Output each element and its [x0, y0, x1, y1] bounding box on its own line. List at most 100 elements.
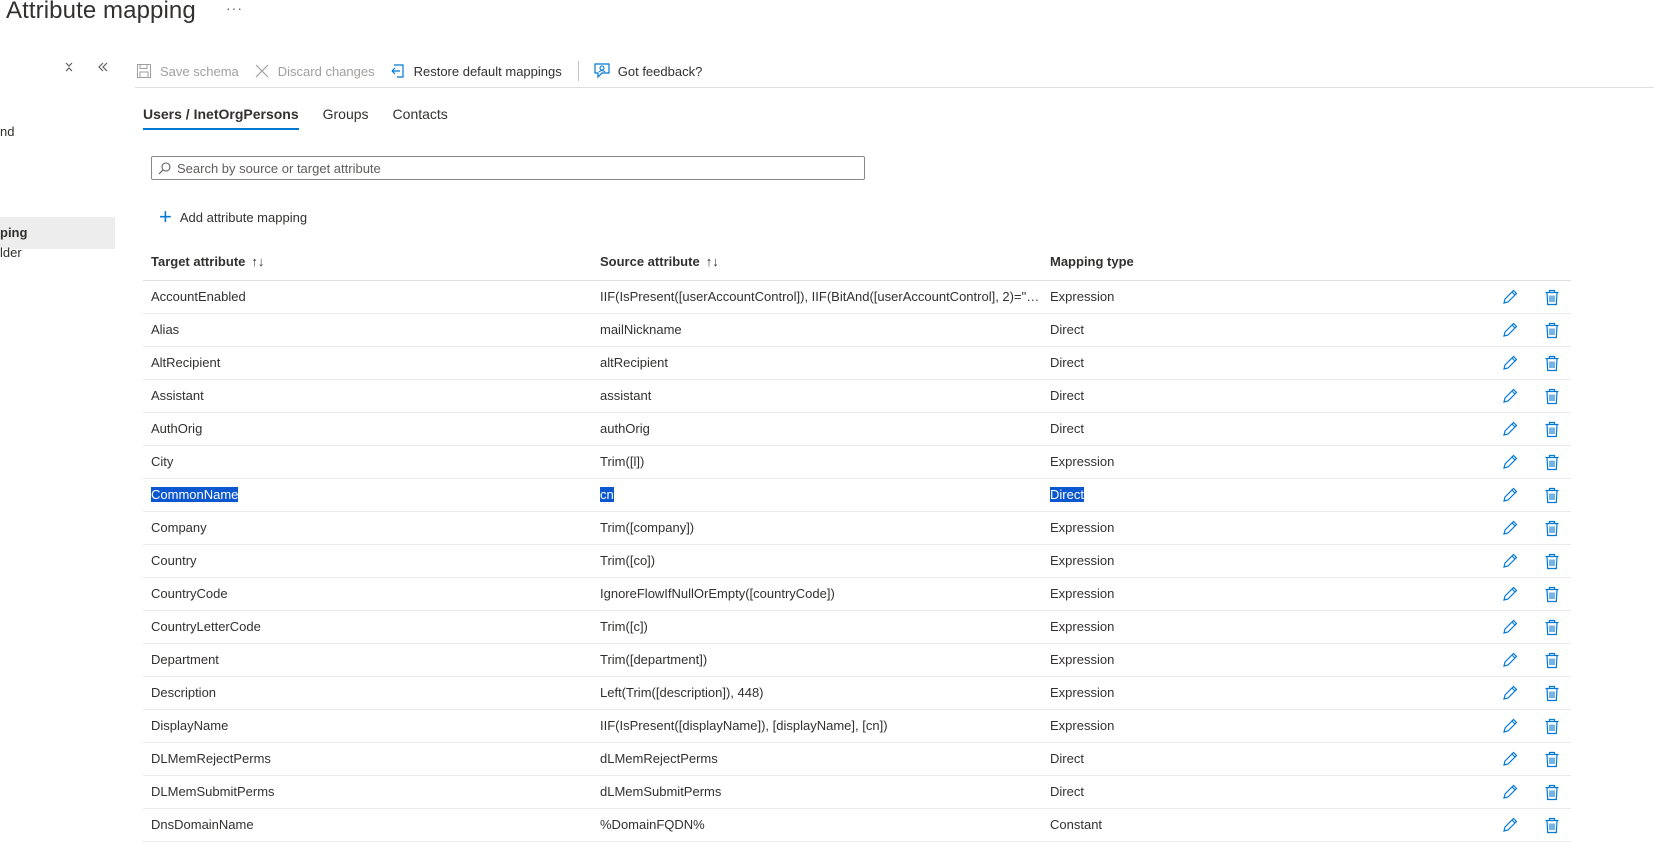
- table-header: Target attribute ↑↓ Source attribute ↑↓ Ma…: [143, 244, 1571, 281]
- discard-changes-label: Discard changes: [277, 63, 375, 79]
- edit-icon[interactable]: [1499, 814, 1521, 836]
- restore-default-mappings-button[interactable]: Restore default mappings: [389, 62, 562, 80]
- delete-icon[interactable]: [1541, 748, 1563, 770]
- source-attribute-cell: assistant: [600, 388, 1040, 403]
- discard-changes-button[interactable]: Discard changes: [253, 62, 375, 80]
- target-attribute-cell: Alias: [151, 322, 591, 337]
- edit-icon[interactable]: [1499, 319, 1521, 341]
- tab-users-inetorgpersons[interactable]: Users / InetOrgPersons: [143, 106, 299, 130]
- delete-icon[interactable]: [1541, 550, 1563, 572]
- row-actions: [1499, 748, 1583, 770]
- delete-icon[interactable]: [1541, 682, 1563, 704]
- table-row[interactable]: AltRecipient altRecipient Direct: [143, 347, 1571, 380]
- edit-icon[interactable]: [1499, 517, 1521, 539]
- add-attribute-mapping-button[interactable]: + Add attribute mapping: [159, 206, 308, 228]
- object-type-tabs: Users / InetOrgPersons Groups Contacts: [143, 106, 472, 130]
- search-input[interactable]: [177, 160, 864, 176]
- source-attribute-cell: Left(Trim([description]), 448): [600, 685, 1040, 700]
- edit-icon[interactable]: [1499, 352, 1521, 374]
- tab-groups[interactable]: Groups: [323, 106, 369, 130]
- mapping-type-text: Direct: [1050, 784, 1084, 799]
- table-row[interactable]: CommonName cn Direct: [143, 479, 1571, 512]
- delete-icon[interactable]: [1541, 781, 1563, 803]
- source-attribute-cell: Trim([company]): [600, 520, 1040, 535]
- delete-icon[interactable]: [1541, 286, 1563, 308]
- row-actions: [1499, 814, 1583, 836]
- table-row[interactable]: Assistant assistant Direct: [143, 380, 1571, 413]
- got-feedback-label: Got feedback?: [617, 63, 703, 79]
- mapping-type-cell: Direct: [1050, 751, 1350, 766]
- source-attribute-header[interactable]: Source attribute ↑↓: [600, 254, 1040, 269]
- edit-icon[interactable]: [1499, 616, 1521, 638]
- edit-icon[interactable]: [1499, 286, 1521, 308]
- delete-icon[interactable]: [1541, 517, 1563, 539]
- source-attribute-cell: altRecipient: [600, 355, 1040, 370]
- edit-icon[interactable]: [1499, 484, 1521, 506]
- edit-icon[interactable]: [1499, 748, 1521, 770]
- tab-contacts[interactable]: Contacts: [393, 106, 448, 130]
- mapping-type-text: Expression: [1050, 520, 1115, 535]
- table-row[interactable]: DisplayName IIF(IsPresent([displayName])…: [143, 710, 1571, 743]
- row-actions: [1499, 550, 1583, 572]
- delete-icon[interactable]: [1541, 583, 1563, 605]
- delete-icon[interactable]: [1541, 649, 1563, 671]
- edit-icon[interactable]: [1499, 682, 1521, 704]
- edit-icon[interactable]: [1499, 583, 1521, 605]
- save-schema-button[interactable]: Save schema: [135, 62, 239, 80]
- got-feedback-button[interactable]: Got feedback?: [593, 62, 703, 80]
- edit-icon[interactable]: [1499, 715, 1521, 737]
- collapse-sidebar-icon[interactable]: [96, 58, 110, 79]
- collapse-all-icon[interactable]: [63, 60, 75, 78]
- mapping-type-text: Direct: [1050, 751, 1084, 766]
- table-row[interactable]: AccountEnabled IIF(IsPresent([userAccoun…: [143, 281, 1571, 314]
- table-row[interactable]: DnsDomainName %DomainFQDN% Constant: [143, 809, 1571, 842]
- edit-icon[interactable]: [1499, 781, 1521, 803]
- mapping-type-cell: Expression: [1050, 619, 1350, 634]
- target-attribute-cell: AccountEnabled: [151, 289, 591, 304]
- edit-icon[interactable]: [1499, 418, 1521, 440]
- sort-icon[interactable]: ↑↓: [706, 254, 719, 269]
- row-actions: [1499, 682, 1583, 704]
- mapping-type-text: Direct: [1050, 388, 1084, 403]
- table-row[interactable]: Country Trim([co]) Expression: [143, 545, 1571, 578]
- target-attribute-text: DLMemSubmitPerms: [151, 784, 275, 799]
- delete-icon[interactable]: [1541, 616, 1563, 638]
- table-row[interactable]: Company Trim([company]) Expression: [143, 512, 1571, 545]
- table-row[interactable]: Department Trim([department]) Expression: [143, 644, 1571, 677]
- delete-icon[interactable]: [1541, 484, 1563, 506]
- sort-icon[interactable]: ↑↓: [251, 254, 264, 269]
- table-row[interactable]: CountryLetterCode Trim([c]) Expression: [143, 611, 1571, 644]
- delete-icon[interactable]: [1541, 451, 1563, 473]
- delete-icon[interactable]: [1541, 715, 1563, 737]
- edit-icon[interactable]: [1499, 649, 1521, 671]
- source-attribute-cell: IgnoreFlowIfNullOrEmpty([countryCode]): [600, 586, 1040, 601]
- source-attribute-text: IgnoreFlowIfNullOrEmpty([countryCode]): [600, 586, 835, 601]
- target-attribute-cell: AltRecipient: [151, 355, 591, 370]
- sidebar-item-expression-builder[interactable]: lder: [0, 245, 22, 260]
- edit-icon[interactable]: [1499, 385, 1521, 407]
- table-row[interactable]: CountryCode IgnoreFlowIfNullOrEmpty([cou…: [143, 578, 1571, 611]
- delete-icon[interactable]: [1541, 385, 1563, 407]
- table-row[interactable]: AuthOrig authOrig Direct: [143, 413, 1571, 446]
- edit-icon[interactable]: [1499, 451, 1521, 473]
- edit-icon[interactable]: [1499, 550, 1521, 572]
- table-row[interactable]: Description Left(Trim([description]), 44…: [143, 677, 1571, 710]
- delete-icon[interactable]: [1541, 814, 1563, 836]
- table-row[interactable]: DLMemSubmitPerms dLMemSubmitPerms Direct: [143, 776, 1571, 809]
- mapping-type-cell: Expression: [1050, 652, 1350, 667]
- delete-icon[interactable]: [1541, 418, 1563, 440]
- add-attribute-mapping-label: Add attribute mapping: [179, 209, 308, 225]
- target-attribute-cell: CountryLetterCode: [151, 619, 591, 634]
- target-attribute-text: Country: [151, 553, 197, 568]
- delete-icon[interactable]: [1541, 319, 1563, 341]
- mapping-type-text: Expression: [1050, 718, 1115, 733]
- sidebar-item-provisioning-on-demand[interactable]: nd: [0, 124, 14, 139]
- target-attribute-header[interactable]: Target attribute ↑↓: [151, 254, 591, 269]
- table-row[interactable]: DLMemRejectPerms dLMemRejectPerms Direct: [143, 743, 1571, 776]
- table-row[interactable]: City Trim([l]) Expression: [143, 446, 1571, 479]
- target-attribute-cell: DLMemRejectPerms: [151, 751, 591, 766]
- more-options-icon[interactable]: ···: [226, 0, 243, 16]
- delete-icon[interactable]: [1541, 352, 1563, 374]
- source-attribute-cell: mailNickname: [600, 322, 1040, 337]
- table-row[interactable]: Alias mailNickname Direct: [143, 314, 1571, 347]
